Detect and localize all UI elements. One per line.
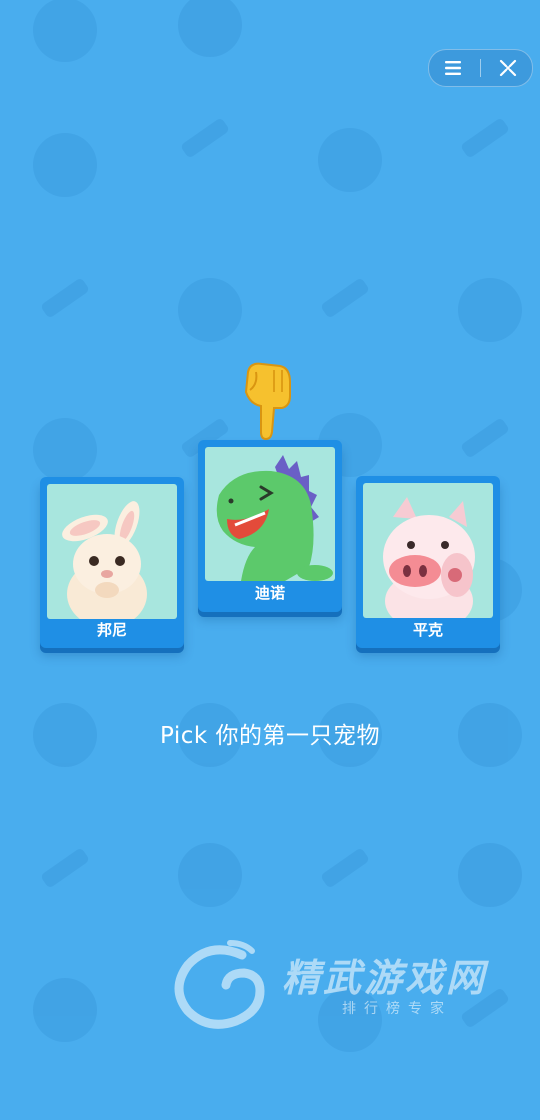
pet-name-pig: 平克 bbox=[412, 621, 443, 639]
watermark: 精武游戏网 排行榜专家 bbox=[170, 935, 530, 1035]
close-target-icon bbox=[500, 59, 517, 77]
close-button[interactable] bbox=[488, 50, 528, 86]
watermark-logo-icon bbox=[174, 940, 265, 1029]
pointing-hand-icon bbox=[244, 362, 291, 440]
dinosaur-illustration bbox=[205, 447, 335, 581]
pet-name-dinosaur: 迪诺 bbox=[254, 584, 285, 602]
menu-button[interactable] bbox=[433, 50, 473, 86]
menu-icon bbox=[444, 61, 461, 75]
pig-illustration bbox=[363, 483, 493, 618]
pet-card-dinosaur[interactable]: 迪诺 bbox=[198, 440, 342, 612]
pet-card-bunny[interactable]: 邦尼 bbox=[40, 477, 184, 648]
bunny-illustration bbox=[47, 484, 177, 619]
pet-name-bunny: 邦尼 bbox=[96, 621, 127, 639]
mini-program-capsule bbox=[428, 49, 533, 87]
pick-pet-prompt: Pick 你的第一只宠物 bbox=[159, 723, 381, 749]
watermark-title: 精武游戏网 bbox=[282, 956, 488, 1000]
capsule-divider bbox=[479, 59, 481, 77]
pet-card-pig[interactable]: 平克 bbox=[356, 476, 500, 648]
watermark-subtitle: 排行榜专家 bbox=[342, 1001, 452, 1017]
